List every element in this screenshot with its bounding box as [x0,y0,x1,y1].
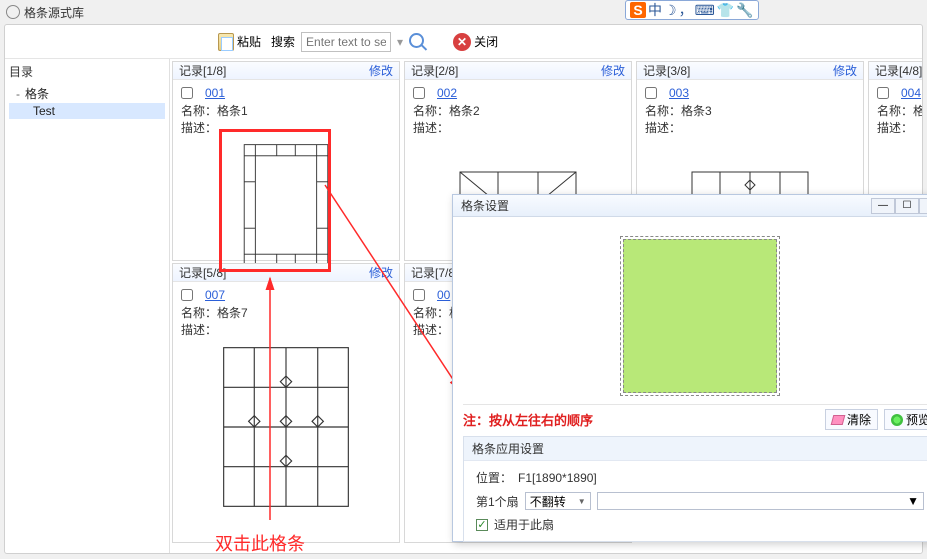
chevron-down-icon: ▼ [907,494,919,508]
record-number[interactable]: 001 [205,86,225,100]
tree-root-label[interactable]: 格条 [25,85,49,102]
note-text: 注：按从左往右的顺序 [463,410,593,429]
sidebar-header: 目录 [9,63,165,80]
fan-extra-select[interactable]: ▼ [597,492,924,510]
record-number[interactable]: 00 [437,288,450,302]
annotation-text: 双击此格条 [215,530,305,556]
tree-root-row[interactable]: - 格条 [9,84,165,103]
record-checkbox[interactable] [645,87,657,99]
record-number[interactable]: 004 [901,86,921,100]
window-title: 格条源式库 [24,4,84,21]
ime-moon-icon[interactable]: ☽ [664,2,677,19]
dialog-title: 格条设置 [461,197,509,214]
search-label: 搜索 [271,33,295,50]
edit-link[interactable]: 修改 [601,62,625,79]
titlebar: 格条源式库 [0,0,610,24]
ime-keyboard-icon[interactable]: ⌨ [695,2,715,19]
preview-area [463,227,927,405]
maximize-button[interactable]: ☐ [895,198,919,214]
record-checkbox[interactable] [181,289,193,301]
settings-dialog: 格条设置 — ☐ ✕ 注：按从左往右的顺序 清除 预览 格条应用设置 位置： F [452,194,927,542]
paste-button[interactable]: 粘贴 [214,31,265,53]
eraser-icon [831,415,846,425]
close-button[interactable]: ✕ [919,198,927,214]
ime-wrench-icon[interactable]: 🔧 [736,2,753,19]
record-number[interactable]: 002 [437,86,457,100]
ime-punct-icon[interactable]: ， [679,0,693,20]
group-title: 格条应用设置 [464,437,927,461]
pattern-thumb[interactable] [181,140,391,270]
chevron-down-icon: ▼ [578,497,586,506]
apply-label: 适用于此扇 [494,516,554,533]
record-card: 记录[5/8]修改 007 名称：格条7 描述： [172,263,400,543]
minimize-button[interactable]: — [871,198,895,214]
app-icon [6,5,20,19]
search-icon[interactable] [409,33,427,51]
edit-link[interactable]: 修改 [369,264,393,281]
preview-button[interactable]: 预览 [884,409,927,430]
ime-bar[interactable]: S 中 ☽ ， ⌨ 👕 🔧 [625,0,759,20]
preview-fill [623,239,777,393]
search-input[interactable] [301,32,391,52]
sidebar: 目录 - 格条 Test [5,59,170,553]
edit-link[interactable]: 修改 [833,62,857,79]
paste-icon [218,33,234,51]
dialog-titlebar[interactable]: 格条设置 — ☐ ✕ [453,195,927,217]
toolbar: 粘贴 搜索 ▾ ✕ 关闭 [5,25,922,59]
preview-icon [891,414,903,426]
apply-checkbox[interactable]: ✓ [476,519,488,531]
settings-group: 格条应用设置 位置： F1[1890*1890] 第1个扇 不翻转▼ ▼ ✓ 适… [463,436,927,542]
ime-person-icon[interactable]: 👕 [717,2,734,19]
record-checkbox[interactable] [877,87,889,99]
position-label: 位置： [476,469,512,486]
tree-child-label[interactable]: Test [33,104,55,118]
record-checkbox[interactable] [413,289,425,301]
ime-cn[interactable]: 中 [648,0,662,20]
tree-child-row[interactable]: Test [9,103,165,119]
record-card: 记录[1/8]修改 001 名称：格条1 描述： [172,61,400,261]
close-button[interactable]: ✕ 关闭 [449,31,502,53]
close-icon: ✕ [453,33,471,51]
tree-collapse-icon[interactable]: - [13,87,23,101]
position-value: F1[1890*1890] [518,471,597,485]
sogou-icon[interactable]: S [630,2,646,18]
fan-label: 第1个扇 [476,493,519,510]
pattern-thumb[interactable] [181,342,391,512]
record-checkbox[interactable] [181,87,193,99]
fan-select[interactable]: 不翻转▼ [525,492,591,510]
record-number[interactable]: 003 [669,86,689,100]
preview-box[interactable] [620,236,780,396]
record-checkbox[interactable] [413,87,425,99]
record-number[interactable]: 007 [205,288,225,302]
clear-button[interactable]: 清除 [825,409,878,430]
edit-link[interactable]: 修改 [369,62,393,79]
